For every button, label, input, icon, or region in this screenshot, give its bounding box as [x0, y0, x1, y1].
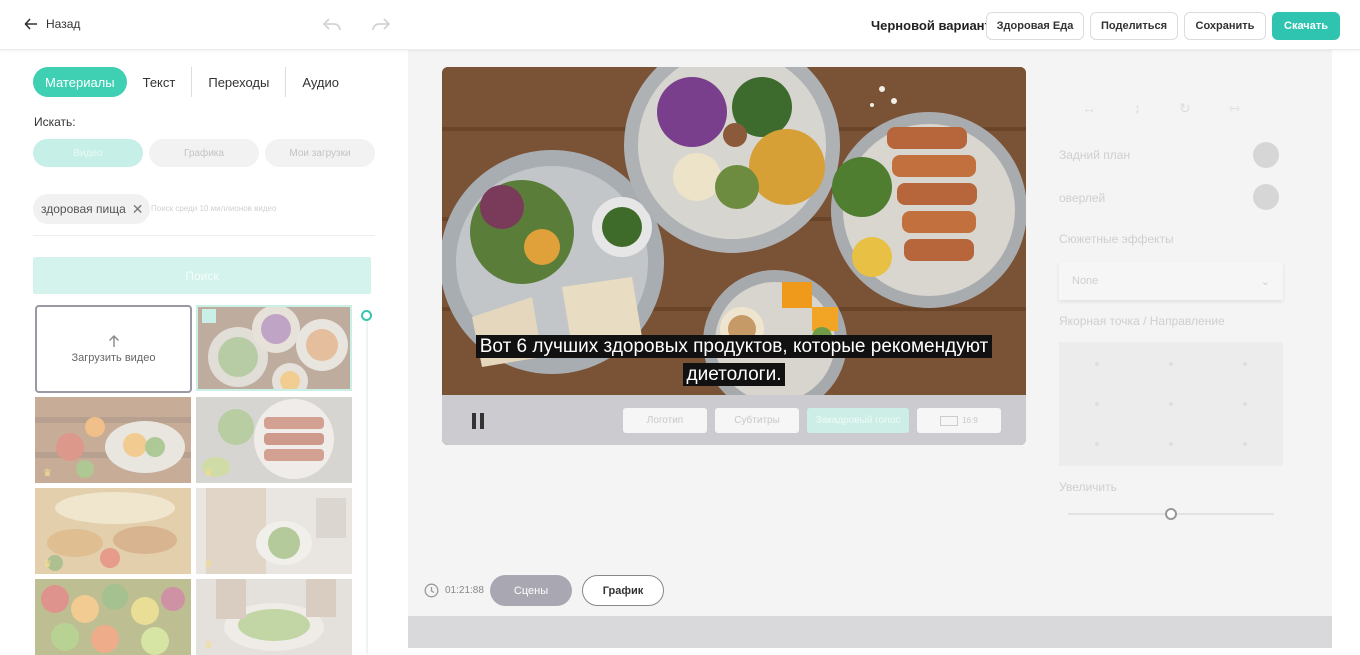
arrow-up-icon — [108, 335, 119, 347]
chevron-down-icon: ⌄ — [1260, 275, 1270, 288]
overlay-label: оверлей — [1059, 191, 1106, 205]
effects-dropdown[interactable]: None ⌄ — [1059, 262, 1283, 300]
zoom-slider-handle[interactable] — [1165, 508, 1177, 520]
aspect-ratio-icon — [940, 415, 959, 426]
tab-audio[interactable]: Аудио — [286, 67, 355, 97]
transform-icons: ↔ ↕ ↻ ⇿ — [1082, 100, 1240, 117]
subtitle-caption[interactable]: Вот 6 лучших здоровых продуктов, которые… — [442, 333, 1026, 389]
query-chip: здоровая пища ✕ — [33, 194, 150, 224]
premium-crown-icon: ♛ — [204, 640, 213, 651]
video-thumbnail[interactable]: ♛ — [35, 488, 191, 574]
media-panel: Материалы Текст Переходы Аудио Искать: В… — [0, 50, 408, 655]
flip-horizontal-icon[interactable]: ↔ — [1082, 100, 1096, 117]
pause-icon[interactable] — [472, 413, 484, 429]
upload-label: Загрузить видео — [71, 352, 156, 364]
player-controls: Логотип Субтитры Закадровый голос 16:9 — [442, 395, 1026, 445]
voiceover-button[interactable]: Закадровый голос — [807, 408, 909, 433]
duration-display: 01:21:88 — [424, 583, 484, 598]
video-thumbnail[interactable] — [196, 305, 352, 391]
zoom-label: Увеличить — [1059, 480, 1117, 494]
video-thumbnail[interactable]: ♛ — [35, 397, 191, 483]
effects-value: None — [1072, 275, 1099, 287]
search-placeholder: Поиск среди 10 миллионов видео — [151, 204, 277, 213]
fit-icon[interactable]: ⇿ — [1229, 100, 1241, 117]
video-thumbnail[interactable]: ♛ — [196, 579, 352, 655]
media-type-uploads[interactable]: Мои загрузки — [265, 139, 375, 167]
video-thumbnail[interactable] — [35, 579, 191, 655]
upload-video-tile[interactable]: Загрузить видео — [35, 305, 192, 393]
thumbnail-image — [196, 397, 352, 483]
effects-label: Сюжетные эффекты — [1059, 232, 1174, 246]
tab-transitions[interactable]: Переходы — [192, 67, 285, 97]
search-input[interactable]: здоровая пища ✕ Поиск среди 10 миллионов… — [33, 192, 375, 236]
back-label: Назад — [46, 17, 81, 31]
premium-crown-icon: ♛ — [43, 559, 52, 570]
download-button[interactable]: Скачать — [1272, 12, 1340, 40]
subtitle-text: Вот 6 лучших здоровых продуктов, которые… — [475, 335, 993, 386]
top-bar: Назад Черновой вариант Здоровая Еда Поде… — [0, 0, 1360, 50]
logo-button[interactable]: Логотип — [623, 408, 707, 433]
premium-crown-icon: ♛ — [204, 559, 213, 570]
premium-crown-icon: ♛ — [43, 468, 52, 479]
thumbnail-image — [35, 579, 191, 655]
aspect-ratio-button[interactable]: 16:9 — [917, 408, 1001, 433]
graph-button[interactable]: График — [582, 575, 664, 606]
rotate-icon[interactable]: ↻ — [1179, 100, 1191, 117]
search-button[interactable]: Поиск — [33, 257, 371, 294]
background-label: Задний план — [1059, 148, 1131, 162]
back-button[interactable]: Назад — [24, 17, 80, 31]
share-button[interactable]: Поделиться — [1090, 12, 1178, 40]
video-preview[interactable]: Вот 6 лучших здоровых продуктов, которые… — [442, 67, 1026, 445]
save-button[interactable]: Сохранить — [1184, 12, 1266, 40]
video-thumbnail[interactable]: ♛ — [196, 397, 352, 483]
thumbnail-image — [35, 397, 191, 483]
redo-icon[interactable] — [371, 16, 391, 34]
editor-canvas: Вот 6 лучших здоровых продуктов, которые… — [408, 50, 1332, 616]
subtitles-button[interactable]: Субтитры — [715, 408, 799, 433]
tab-text[interactable]: Текст — [127, 67, 192, 97]
scrollbar-track[interactable] — [366, 316, 368, 654]
clock-icon — [424, 583, 439, 598]
scenes-button[interactable]: Сцены — [490, 575, 572, 606]
anchor-point-grid[interactable] — [1059, 342, 1283, 466]
background-color-swatch[interactable] — [1253, 142, 1279, 168]
thumbnail-image — [35, 488, 191, 574]
timeline-bar[interactable] — [408, 616, 1332, 648]
aspect-ratio-label: 16:9 — [962, 416, 978, 425]
duration-text: 01:21:88 — [445, 585, 484, 596]
video-thumbnail[interactable]: ♛ — [196, 488, 352, 574]
scrollbar-handle[interactable] — [361, 310, 372, 321]
thumbnail-image — [196, 488, 352, 574]
project-name-button[interactable]: Здоровая Еда — [986, 12, 1084, 40]
panel-tabs: Материалы Текст Переходы Аудио — [33, 67, 355, 97]
premium-crown-icon: ♛ — [204, 468, 213, 479]
query-chip-label: здоровая пища — [41, 202, 126, 216]
search-label: Искать: — [34, 115, 76, 129]
overlay-color-swatch[interactable] — [1253, 184, 1279, 210]
thumbnail-image — [196, 579, 352, 655]
media-type-video[interactable]: Видео — [33, 139, 143, 167]
anchor-label: Якорная точка / Направление — [1059, 314, 1225, 328]
draft-label: Черновой вариант — [871, 18, 991, 33]
arrow-left-icon — [24, 18, 37, 30]
media-type-selector: Видео Графика Мои загрузки — [33, 139, 375, 167]
undo-icon[interactable] — [322, 16, 342, 34]
close-icon[interactable]: ✕ — [132, 201, 144, 218]
thumbnail-image — [198, 307, 350, 389]
media-type-graphics[interactable]: Графика — [149, 139, 259, 167]
flip-vertical-icon[interactable]: ↕ — [1134, 100, 1141, 117]
tab-materials[interactable]: Материалы — [33, 67, 127, 97]
